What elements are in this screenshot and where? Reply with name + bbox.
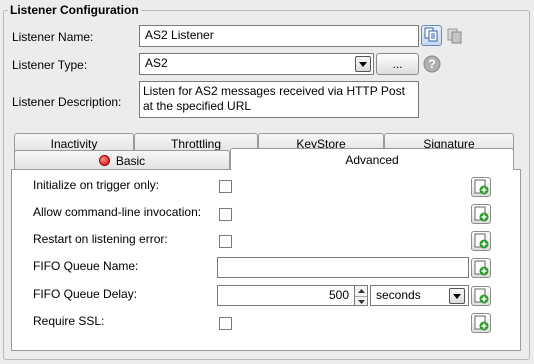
- allow-command-line-checkbox[interactable]: [219, 208, 232, 221]
- restart-on-error-checkbox[interactable]: [219, 235, 232, 248]
- fifo-delay-spinner[interactable]: [355, 285, 368, 306]
- listener-name-input[interactable]: AS2 Listener: [139, 25, 419, 47]
- tab-throttling-label: Throttling: [170, 136, 222, 151]
- initialize-on-trigger-label: Initialize on trigger only:: [33, 178, 160, 192]
- add-variable-icon: [472, 232, 490, 250]
- add-variable-button[interactable]: [471, 231, 491, 251]
- group-title: Listener Configuration: [8, 3, 141, 17]
- require-ssl-label: Require SSL:: [33, 314, 105, 328]
- add-variable-icon: [472, 314, 490, 332]
- tab-inactivity-label: Inactivity: [50, 136, 98, 151]
- add-variable-button[interactable]: [471, 313, 491, 333]
- add-variable-icon: [472, 287, 490, 305]
- browse-button-label: ...: [392, 57, 403, 71]
- spinner-up-arrow-icon[interactable]: [355, 286, 367, 297]
- help-button[interactable]: ?: [423, 55, 441, 73]
- help-icon: ?: [423, 55, 441, 76]
- browse-button[interactable]: ...: [376, 53, 419, 75]
- add-variable-button[interactable]: [471, 204, 491, 224]
- chevron-down-icon: [359, 61, 367, 67]
- fifo-delay-unit-value: seconds: [376, 288, 421, 302]
- fifo-queue-name-input[interactable]: [217, 257, 469, 278]
- add-variable-button[interactable]: [471, 177, 491, 197]
- require-ssl-checkbox[interactable]: [219, 317, 232, 330]
- error-indicator-icon: [98, 155, 110, 166]
- tab-basic[interactable]: Basic: [14, 150, 230, 170]
- add-variable-button[interactable]: [471, 286, 491, 306]
- add-variable-button[interactable]: [471, 258, 491, 278]
- fifo-queue-delay-label: FIFO Queue Delay:: [33, 287, 138, 301]
- listener-description-label: Listener Description:: [12, 95, 122, 109]
- tab-basic-label: Basic: [115, 153, 146, 168]
- listener-name-label: Listener Name:: [12, 30, 94, 44]
- listener-type-dropdown-button[interactable]: [355, 56, 371, 72]
- spinner-down-arrow-icon[interactable]: [355, 297, 367, 306]
- paste-icon: [445, 28, 465, 49]
- listener-description-input[interactable]: Listen for AS2 messages received via HTT…: [139, 81, 419, 118]
- add-variable-icon: [472, 205, 490, 223]
- copy-button[interactable]: [421, 25, 442, 46]
- description-line-1: Listen for AS2 messages received via HTT…: [143, 84, 405, 98]
- description-line-2: at the specified URL: [143, 99, 252, 113]
- listener-type-value: AS2: [145, 56, 168, 70]
- restart-on-error-label: Restart on listening error:: [33, 232, 168, 246]
- fifo-queue-name-label: FIFO Queue Name:: [33, 259, 139, 273]
- add-variable-icon: [472, 259, 490, 277]
- tab-advanced[interactable]: Advanced: [230, 148, 514, 170]
- chevron-down-icon: [453, 293, 461, 299]
- add-variable-icon: [472, 178, 490, 196]
- copy-icon: [424, 27, 439, 45]
- allow-command-line-label: Allow command-line invocation:: [33, 205, 202, 219]
- fifo-delay-unit-dropdown-button[interactable]: [449, 288, 465, 304]
- initialize-on-trigger-checkbox[interactable]: [219, 180, 232, 193]
- tab-advanced-label: Advanced: [345, 152, 399, 167]
- listener-type-label: Listener Type:: [12, 58, 88, 72]
- fifo-queue-delay-input[interactable]: 500: [217, 285, 355, 306]
- listener-type-select[interactable]: AS2: [139, 53, 374, 75]
- svg-text:?: ?: [428, 57, 435, 71]
- paste-button[interactable]: [445, 26, 465, 46]
